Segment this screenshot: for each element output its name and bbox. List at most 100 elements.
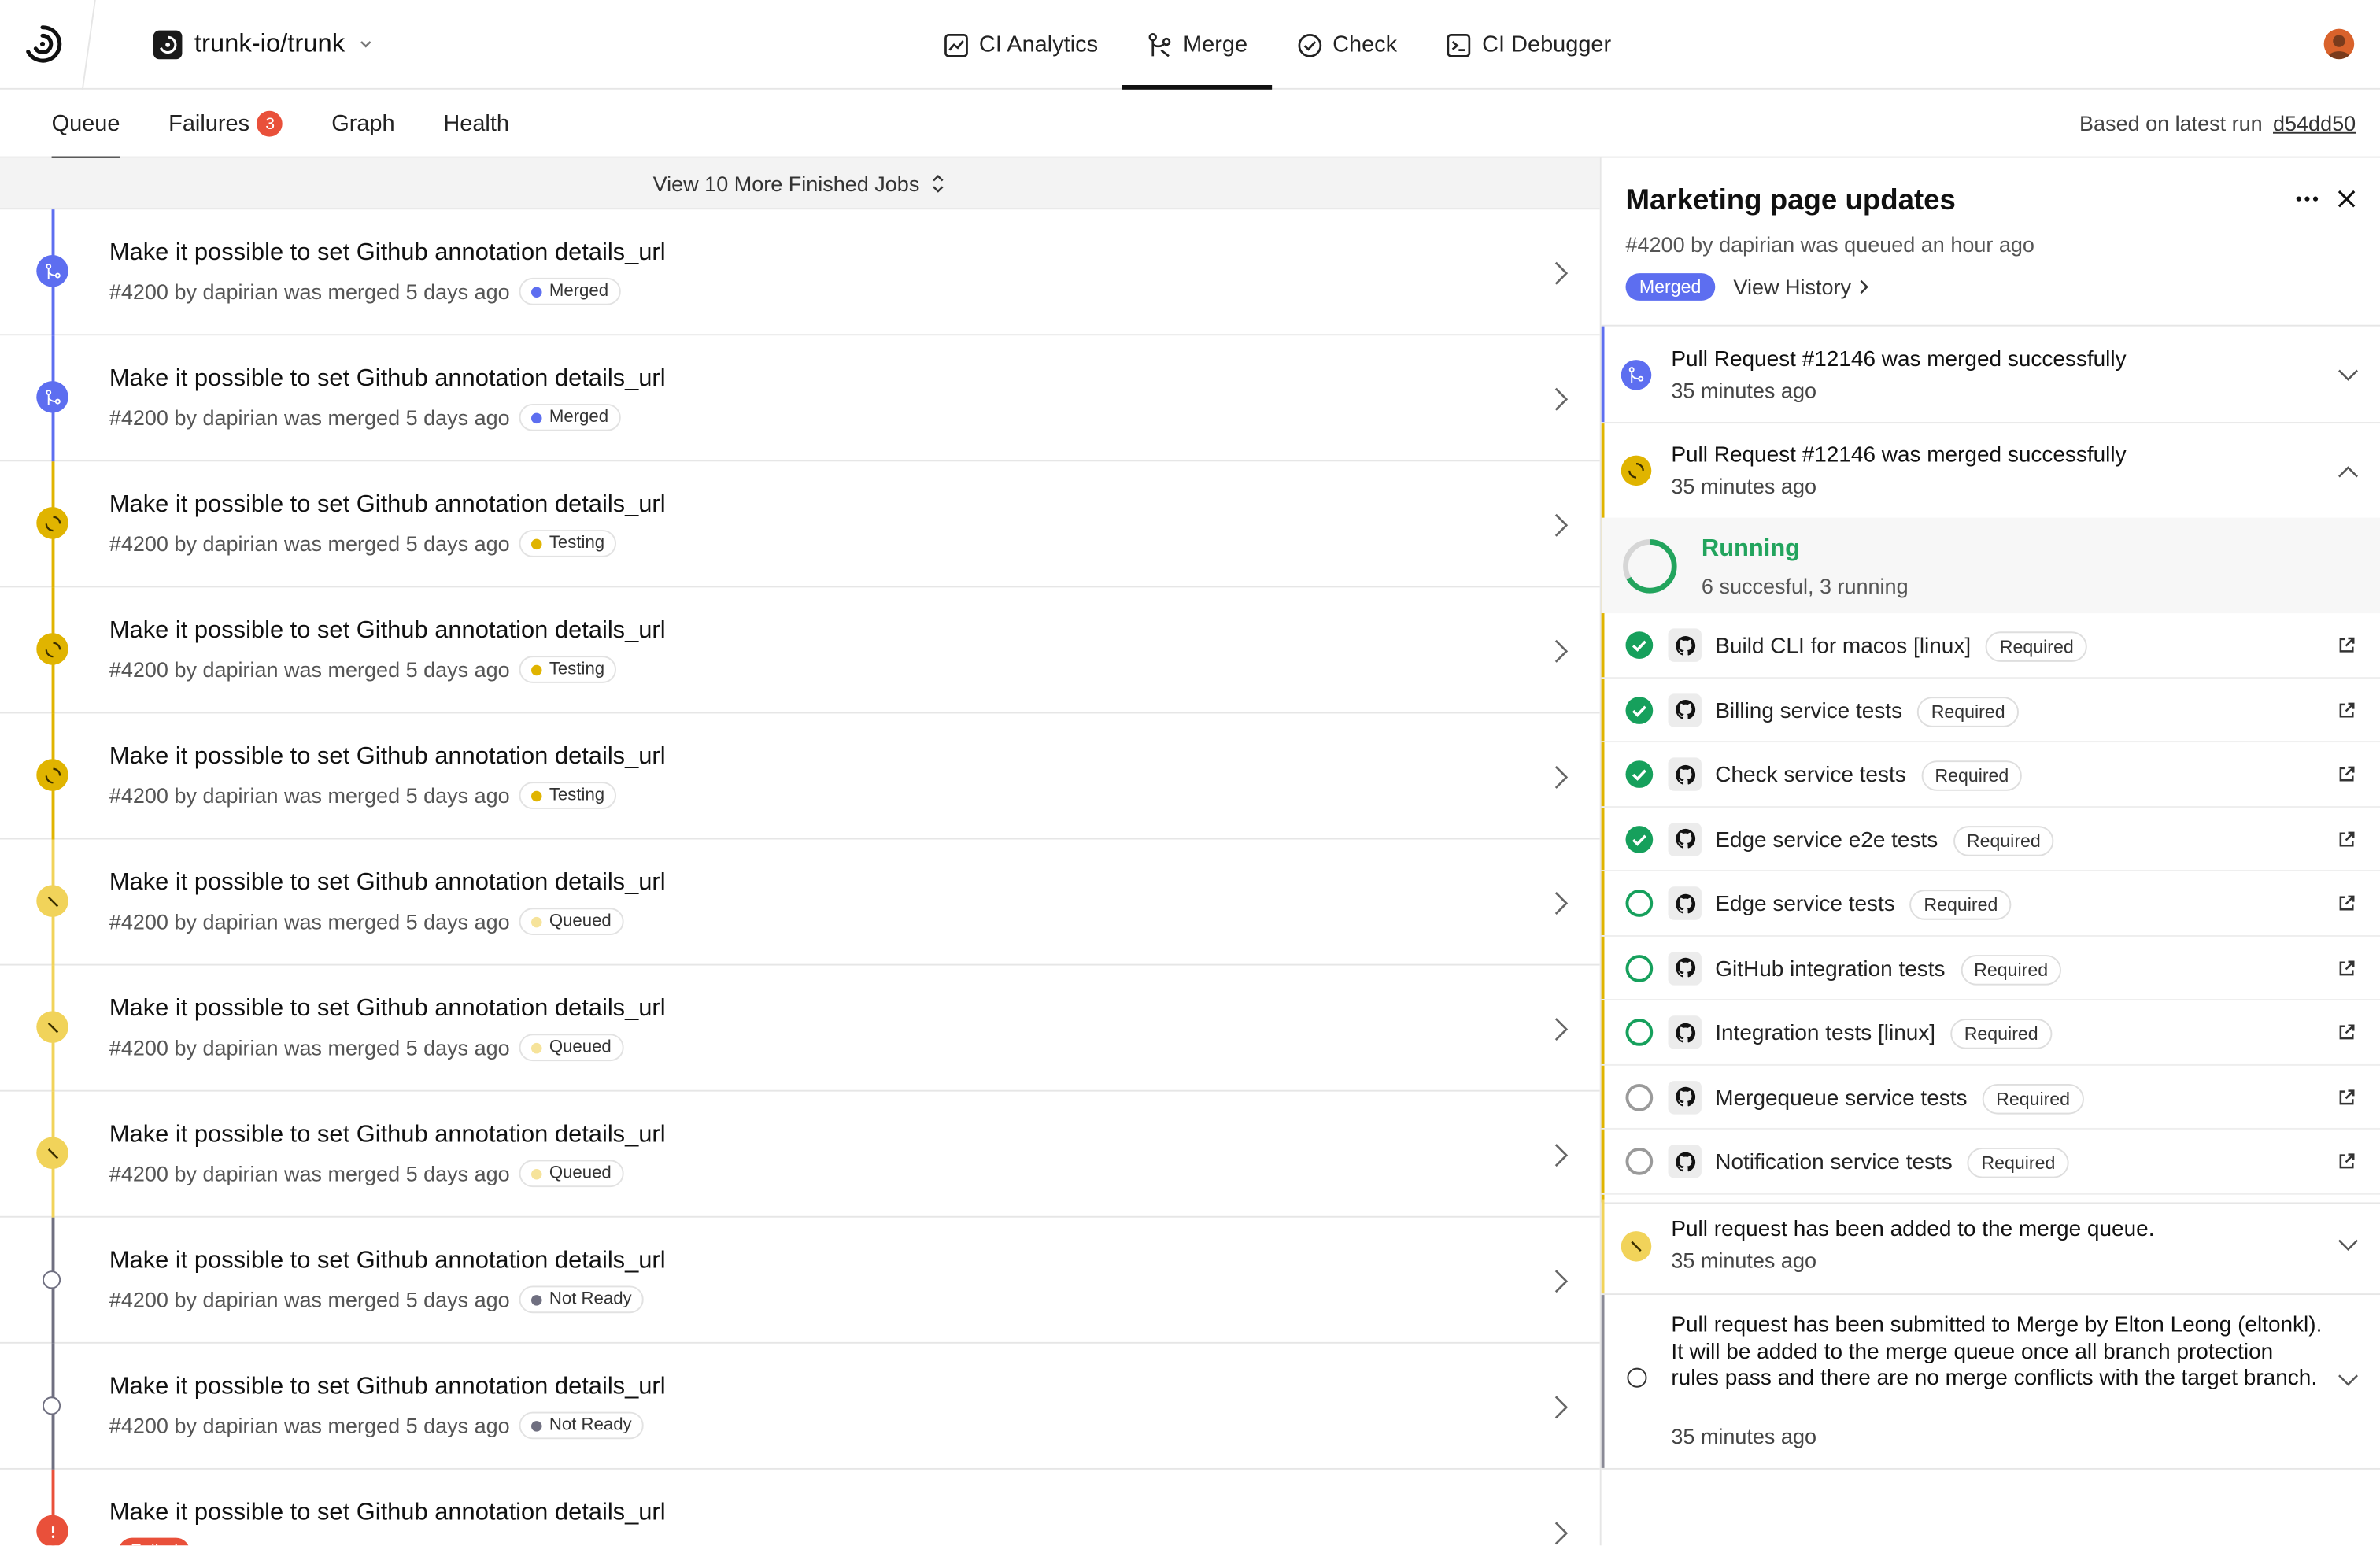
- chevron-up-icon[interactable]: [2336, 460, 2360, 484]
- merged-icon: [36, 381, 68, 413]
- queue-row[interactable]: Make it possible to set Github annotatio…: [0, 1091, 1600, 1218]
- ci-job-name: Edge service tests Required: [1715, 890, 2012, 920]
- queue-row[interactable]: Make it possible to set Github annotatio…: [0, 587, 1600, 714]
- close-icon[interactable]: [2333, 185, 2360, 213]
- status-label: Not Ready: [549, 1290, 632, 1309]
- external-link-icon[interactable]: [2336, 764, 2357, 785]
- running-label: Running: [1701, 535, 1801, 562]
- ci-job-row[interactable]: Billing service tests Required: [1601, 678, 2380, 743]
- ci-job-label: Billing service tests: [1715, 699, 1903, 723]
- ci-job-row[interactable]: Edge service tests Required: [1601, 871, 2380, 936]
- tab-graph[interactable]: Graph: [307, 90, 419, 158]
- queue-row[interactable]: Make it possible to set Github annotatio…: [0, 1343, 1600, 1470]
- chevron-down-icon[interactable]: [2336, 1368, 2360, 1393]
- github-icon: [1668, 757, 1702, 791]
- external-link-icon[interactable]: [2336, 1086, 2357, 1108]
- progress-ring: [1623, 539, 1677, 594]
- ci-job-row[interactable]: GitHub integration tests Required: [1601, 935, 2380, 1000]
- github-icon: [1668, 1080, 1702, 1114]
- ci-job-row[interactable]: Mergequeue service tests Required: [1601, 1064, 2380, 1130]
- github-icon: [1668, 886, 1702, 920]
- trunk-logo-icon[interactable]: [21, 23, 64, 65]
- queue-row[interactable]: Make it possible to set Github annotatio…: [0, 461, 1600, 588]
- status-label: Queued: [549, 912, 612, 931]
- commit-link[interactable]: d54dd50: [2273, 111, 2356, 135]
- chevron-right-icon[interactable]: [1551, 1393, 1569, 1421]
- chevron-right-icon[interactable]: [1551, 1015, 1569, 1043]
- external-link-icon[interactable]: [2336, 828, 2357, 849]
- external-link-icon[interactable]: [2336, 634, 2357, 656]
- queue-row-meta: #4200 by dapirian was merged 5 days ago T…: [109, 782, 617, 809]
- nav-label: CI Analytics: [978, 31, 1099, 58]
- event-merged[interactable]: Pull Request #12146 was merged successfu…: [1601, 326, 2380, 424]
- ci-job-row[interactable]: Build CLI for macos [linux] Required: [1601, 613, 2380, 679]
- queue-row[interactable]: Make it possible to set Github annotatio…: [0, 209, 1600, 336]
- queue-row[interactable]: Make it possible to set Github annotatio…: [0, 1469, 1600, 1546]
- chevron-right-icon[interactable]: [1551, 1141, 1569, 1169]
- event-queued[interactable]: Pull request has been added to the merge…: [1601, 1199, 2380, 1296]
- ci-job-name: Build CLI for macos [linux] Required: [1715, 631, 2088, 662]
- nav-ci-debugger[interactable]: CI Debugger: [1421, 0, 1635, 90]
- queue-row[interactable]: Make it possible to set Github annotatio…: [0, 1217, 1600, 1344]
- queue-row-meta-text: #4200 by dapirian was merged 5 days ago: [109, 1161, 510, 1186]
- status-dot: [530, 1294, 542, 1305]
- nav-ci-analytics[interactable]: CI Analytics: [918, 0, 1122, 90]
- repo-selector[interactable]: trunk-io/trunk: [153, 28, 375, 61]
- merge-queue-list: View 10 More Finished Jobs Make it possi…: [0, 157, 1600, 1546]
- testing-icon: [36, 507, 68, 539]
- ci-job-label: Notification service tests: [1715, 1150, 1953, 1175]
- chevron-down-icon[interactable]: [2336, 1233, 2360, 1257]
- not-ready-icon: [1627, 1367, 1647, 1388]
- user-avatar[interactable]: [2323, 28, 2355, 60]
- ci-job-row[interactable]: Notification service tests Required: [1601, 1129, 2380, 1194]
- nav-check[interactable]: Check: [1272, 0, 1421, 90]
- external-link-icon[interactable]: [2336, 1022, 2357, 1043]
- event-time: 35 minutes ago: [1671, 1248, 1816, 1273]
- ci-job-row[interactable]: Edge service e2e tests Required: [1601, 807, 2380, 871]
- event-status-bar: [1601, 1129, 1605, 1193]
- event-status-bar: [1601, 678, 1605, 742]
- view-history-link[interactable]: View History: [1733, 275, 1869, 299]
- external-link-icon[interactable]: [2336, 1151, 2357, 1172]
- chevron-right-icon[interactable]: [1551, 764, 1569, 791]
- chevron-down-icon[interactable]: [2336, 363, 2360, 387]
- queue-row[interactable]: Make it possible to set Github annotatio…: [0, 839, 1600, 966]
- nav-merge[interactable]: Merge: [1122, 0, 1272, 90]
- queue-row-meta: #4200 by dapirian was merged 5 days ago N…: [109, 1411, 645, 1440]
- repo-name: trunk-io/trunk: [194, 28, 346, 58]
- status-label: Failed: [131, 1542, 178, 1545]
- chevron-right-icon[interactable]: [1551, 1267, 1569, 1295]
- more-options-icon[interactable]: [2293, 185, 2321, 213]
- external-link-icon[interactable]: [2336, 957, 2357, 978]
- ci-job-row[interactable]: Integration tests [linux] Required: [1601, 1000, 2380, 1065]
- event-submitted[interactable]: Pull request has been submitted to Merge…: [1601, 1295, 2380, 1470]
- queue-row[interactable]: Make it possible to set Github annotatio…: [0, 965, 1600, 1092]
- ci-job-name: Check service tests Required: [1715, 760, 2023, 791]
- tab-failures[interactable]: Failures 3: [144, 90, 307, 158]
- tab-health[interactable]: Health: [419, 90, 533, 158]
- status-label: Testing: [549, 534, 605, 553]
- chevron-right-icon[interactable]: [1551, 1519, 1569, 1545]
- pending-circle-icon: [1625, 1147, 1654, 1175]
- view-more-finished-button[interactable]: View 10 More Finished Jobs: [0, 157, 1600, 210]
- chevron-right-icon[interactable]: [1551, 386, 1569, 413]
- github-icon: [1668, 1015, 1702, 1049]
- status-dot: [530, 1041, 542, 1053]
- external-link-icon[interactable]: [2336, 699, 2357, 720]
- chevron-right-icon[interactable]: [1551, 512, 1569, 539]
- queue-row-meta: #4200 by dapirian was merged 5 days ago T…: [109, 530, 617, 557]
- status-label: Not Ready: [549, 1416, 632, 1435]
- tab-queue[interactable]: Queue: [28, 90, 145, 160]
- queue-row[interactable]: Make it possible to set Github annotatio…: [0, 335, 1600, 462]
- queued-icon: [36, 1137, 68, 1169]
- success-check-icon: [1625, 696, 1654, 723]
- queue-row[interactable]: Make it possible to set Github annotatio…: [0, 713, 1600, 840]
- chevron-right-icon[interactable]: [1551, 638, 1569, 665]
- status-label: Queued: [549, 1038, 612, 1057]
- ci-job-row[interactable]: Check service tests Required: [1601, 742, 2380, 808]
- chevron-right-icon[interactable]: [1551, 260, 1569, 287]
- external-link-icon[interactable]: [2336, 893, 2357, 914]
- running-summary: Running 6 succesful, 3 running: [1601, 517, 2380, 614]
- chevron-right-icon[interactable]: [1551, 890, 1569, 917]
- queue-row-meta-text: #4200 by dapirian was merged 5 days ago: [109, 909, 510, 934]
